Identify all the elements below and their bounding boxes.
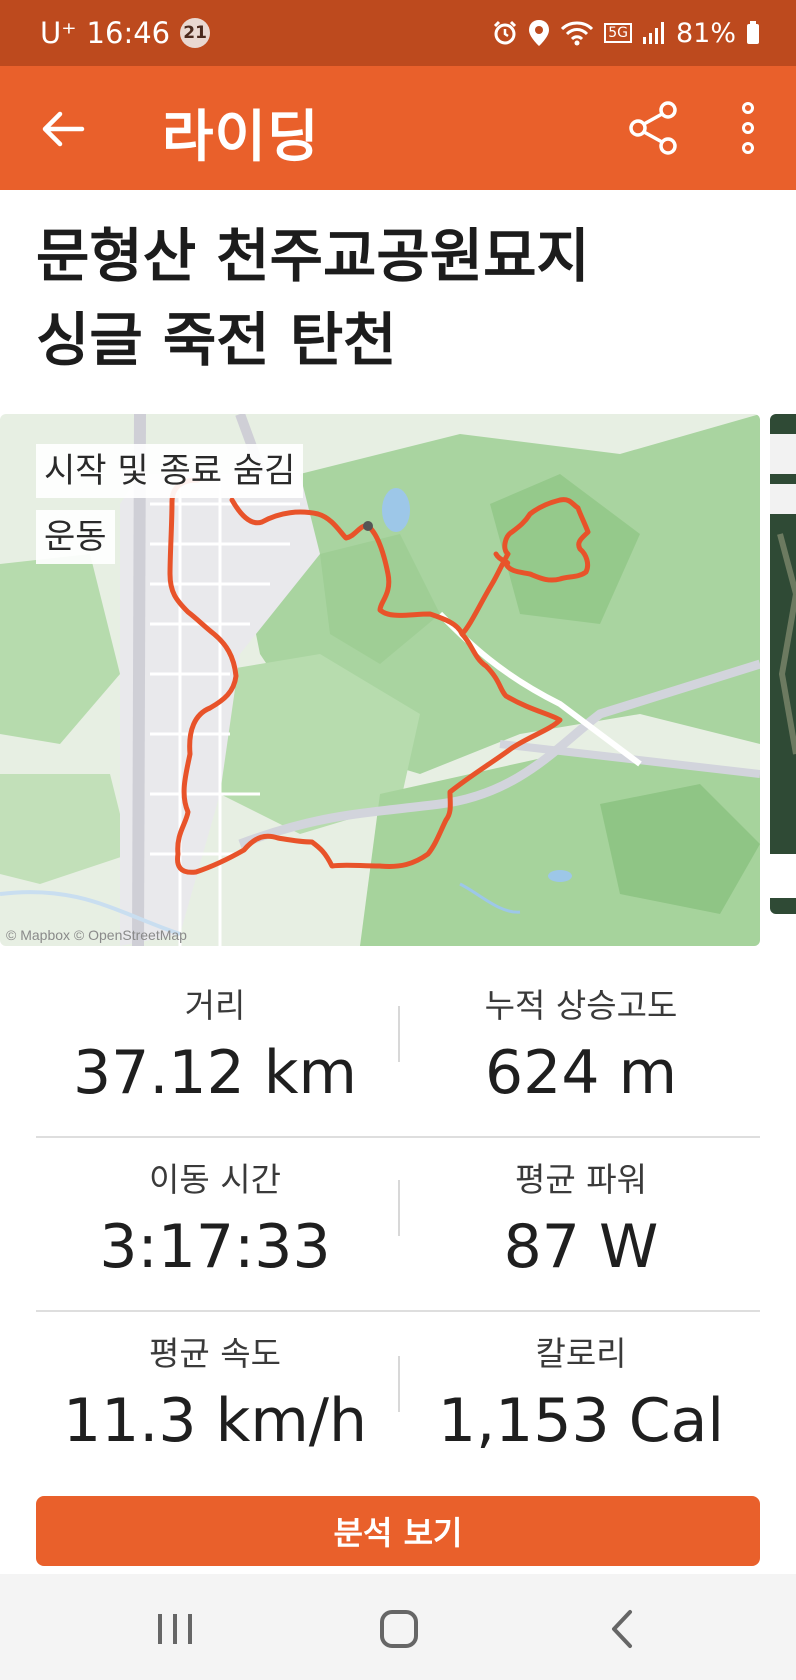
stat-value: 87 W [503, 1212, 659, 1282]
home-icon[interactable] [374, 1604, 424, 1654]
back-nav-icon[interactable] [598, 1604, 648, 1654]
activity-type-tag[interactable]: 운동 [36, 510, 115, 564]
clock: 16:46 [86, 16, 171, 50]
network-type: 5G [604, 23, 632, 43]
wifi-icon [561, 21, 594, 46]
view-analysis-button[interactable]: 분석 보기 [36, 1496, 760, 1566]
carrier-label: U⁺ [40, 16, 77, 50]
system-nav-bar [0, 1574, 796, 1680]
stat-label: 평균 파워 [515, 1160, 647, 1199]
stat-distance: 거리 37.12 km [30, 984, 400, 1110]
signal-icon [642, 22, 664, 44]
stat-label: 누적 상승고도 [484, 986, 678, 1025]
stat-average-power: 평균 파워 87 W [396, 1158, 766, 1284]
row-divider [36, 1310, 760, 1312]
stat-label: 거리 [184, 986, 246, 1025]
stat-value: 3:17:33 [99, 1212, 331, 1282]
battery-icon [747, 21, 759, 44]
stat-label: 이동 시간 [149, 1160, 281, 1199]
row-divider [36, 1136, 760, 1138]
status-right: 5G 81% [492, 18, 760, 49]
hide-start-end-tag[interactable]: 시작 및 종료 숨김 [36, 444, 304, 498]
stat-moving-time: 이동 시간 3:17:33 [30, 1158, 400, 1284]
back-arrow-icon[interactable] [38, 104, 88, 154]
app-bar: 라이딩 [0, 66, 796, 190]
status-bar: U⁺ 16:46 21 5G 81% [0, 0, 796, 66]
stat-value: 11.3 km/h [62, 1386, 368, 1456]
activity-title-line1: 문형산 천주교공원묘지 [36, 222, 590, 290]
page-title: 라이딩 [162, 105, 320, 170]
more-vert-icon[interactable] [726, 100, 770, 156]
stat-label: 평균 속도 [149, 1334, 281, 1373]
stat-average-speed: 평균 속도 11.3 km/h [30, 1332, 400, 1458]
status-left: U⁺ 16:46 21 [40, 16, 211, 50]
stat-elevation-gain: 누적 상승고도 624 m [396, 984, 766, 1110]
activity-title: 문형산 천주교공원묘지 싱글 죽전 탄천 [36, 214, 756, 382]
stat-calories: 칼로리 1,153 Cal [396, 1332, 766, 1458]
stat-value: 37.12 km [72, 1038, 358, 1108]
stat-value: 624 m [484, 1038, 678, 1108]
share-icon[interactable] [626, 100, 682, 156]
map-attribution: © Mapbox © OpenStreetMap [6, 927, 187, 943]
alarm-icon [494, 20, 517, 45]
activity-title-line2: 싱글 죽전 탄천 [36, 306, 397, 374]
stat-label: 칼로리 [535, 1334, 627, 1373]
recent-apps-icon[interactable] [150, 1604, 200, 1654]
stat-value: 1,153 Cal [437, 1386, 725, 1456]
notification-badge: 21 [180, 18, 211, 48]
location-icon [529, 20, 550, 46]
battery-percent: 81% [675, 17, 736, 49]
satellite-map-peek[interactable] [770, 414, 796, 914]
